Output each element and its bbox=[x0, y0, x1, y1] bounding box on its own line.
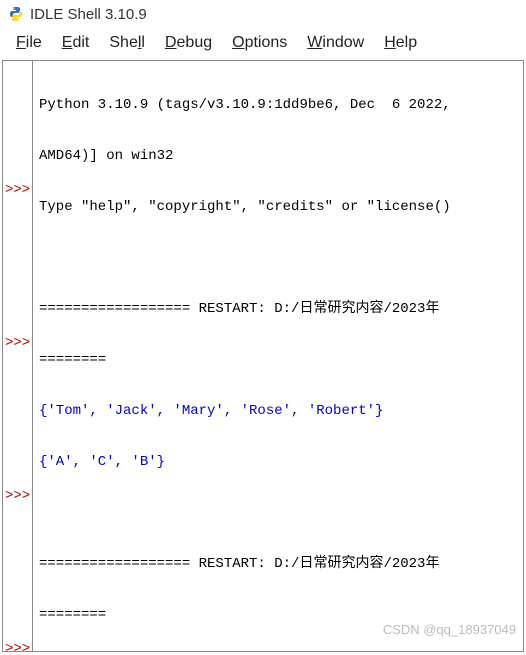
prompt: >>> bbox=[3, 641, 32, 652]
window-title: IDLE Shell 3.10.9 bbox=[30, 6, 147, 23]
restart-tail: ======== bbox=[39, 352, 519, 369]
banner-line: Type "help", "copyright", "credits" or "… bbox=[39, 199, 519, 216]
banner-line: Python 3.10.9 (tags/v3.10.9:1dd9be6, Dec… bbox=[39, 97, 519, 114]
menubar: File Edit Shell Debug Options Window Hel… bbox=[0, 28, 526, 60]
menu-window[interactable]: Window bbox=[297, 32, 374, 54]
menu-options[interactable]: Options bbox=[222, 32, 297, 54]
watermark: CSDN @qq_18937049 bbox=[383, 622, 516, 637]
output-line: {'A', 'C', 'B'} bbox=[39, 454, 519, 471]
prompt: >>> bbox=[3, 335, 32, 352]
blank-line bbox=[39, 505, 519, 522]
restart-line: ================== RESTART: D:/日常研究内容/20… bbox=[39, 301, 519, 318]
shell-area[interactable]: >>> >>> >>> >>> >>> >>> >>> Python 3.10.… bbox=[2, 60, 524, 652]
prompt: >>> bbox=[3, 488, 32, 505]
menu-debug[interactable]: Debug bbox=[155, 32, 222, 54]
banner-line: AMD64)] on win32 bbox=[39, 148, 519, 165]
menu-file[interactable]: File bbox=[6, 32, 52, 54]
menu-edit[interactable]: Edit bbox=[52, 32, 100, 54]
prompt: >>> bbox=[3, 182, 32, 199]
python-icon bbox=[8, 6, 24, 22]
menu-help[interactable]: Help bbox=[374, 32, 427, 54]
shell-content[interactable]: Python 3.10.9 (tags/v3.10.9:1dd9be6, Dec… bbox=[33, 61, 523, 651]
output-line: {'Tom', 'Jack', 'Mary', 'Rose', 'Robert'… bbox=[39, 403, 519, 420]
restart-line: ================== RESTART: D:/日常研究内容/20… bbox=[39, 556, 519, 573]
blank-line bbox=[39, 250, 519, 267]
prompt-gutter: >>> >>> >>> >>> >>> >>> >>> bbox=[3, 61, 33, 651]
titlebar: IDLE Shell 3.10.9 bbox=[0, 0, 526, 28]
menu-shell[interactable]: Shell bbox=[99, 32, 155, 54]
